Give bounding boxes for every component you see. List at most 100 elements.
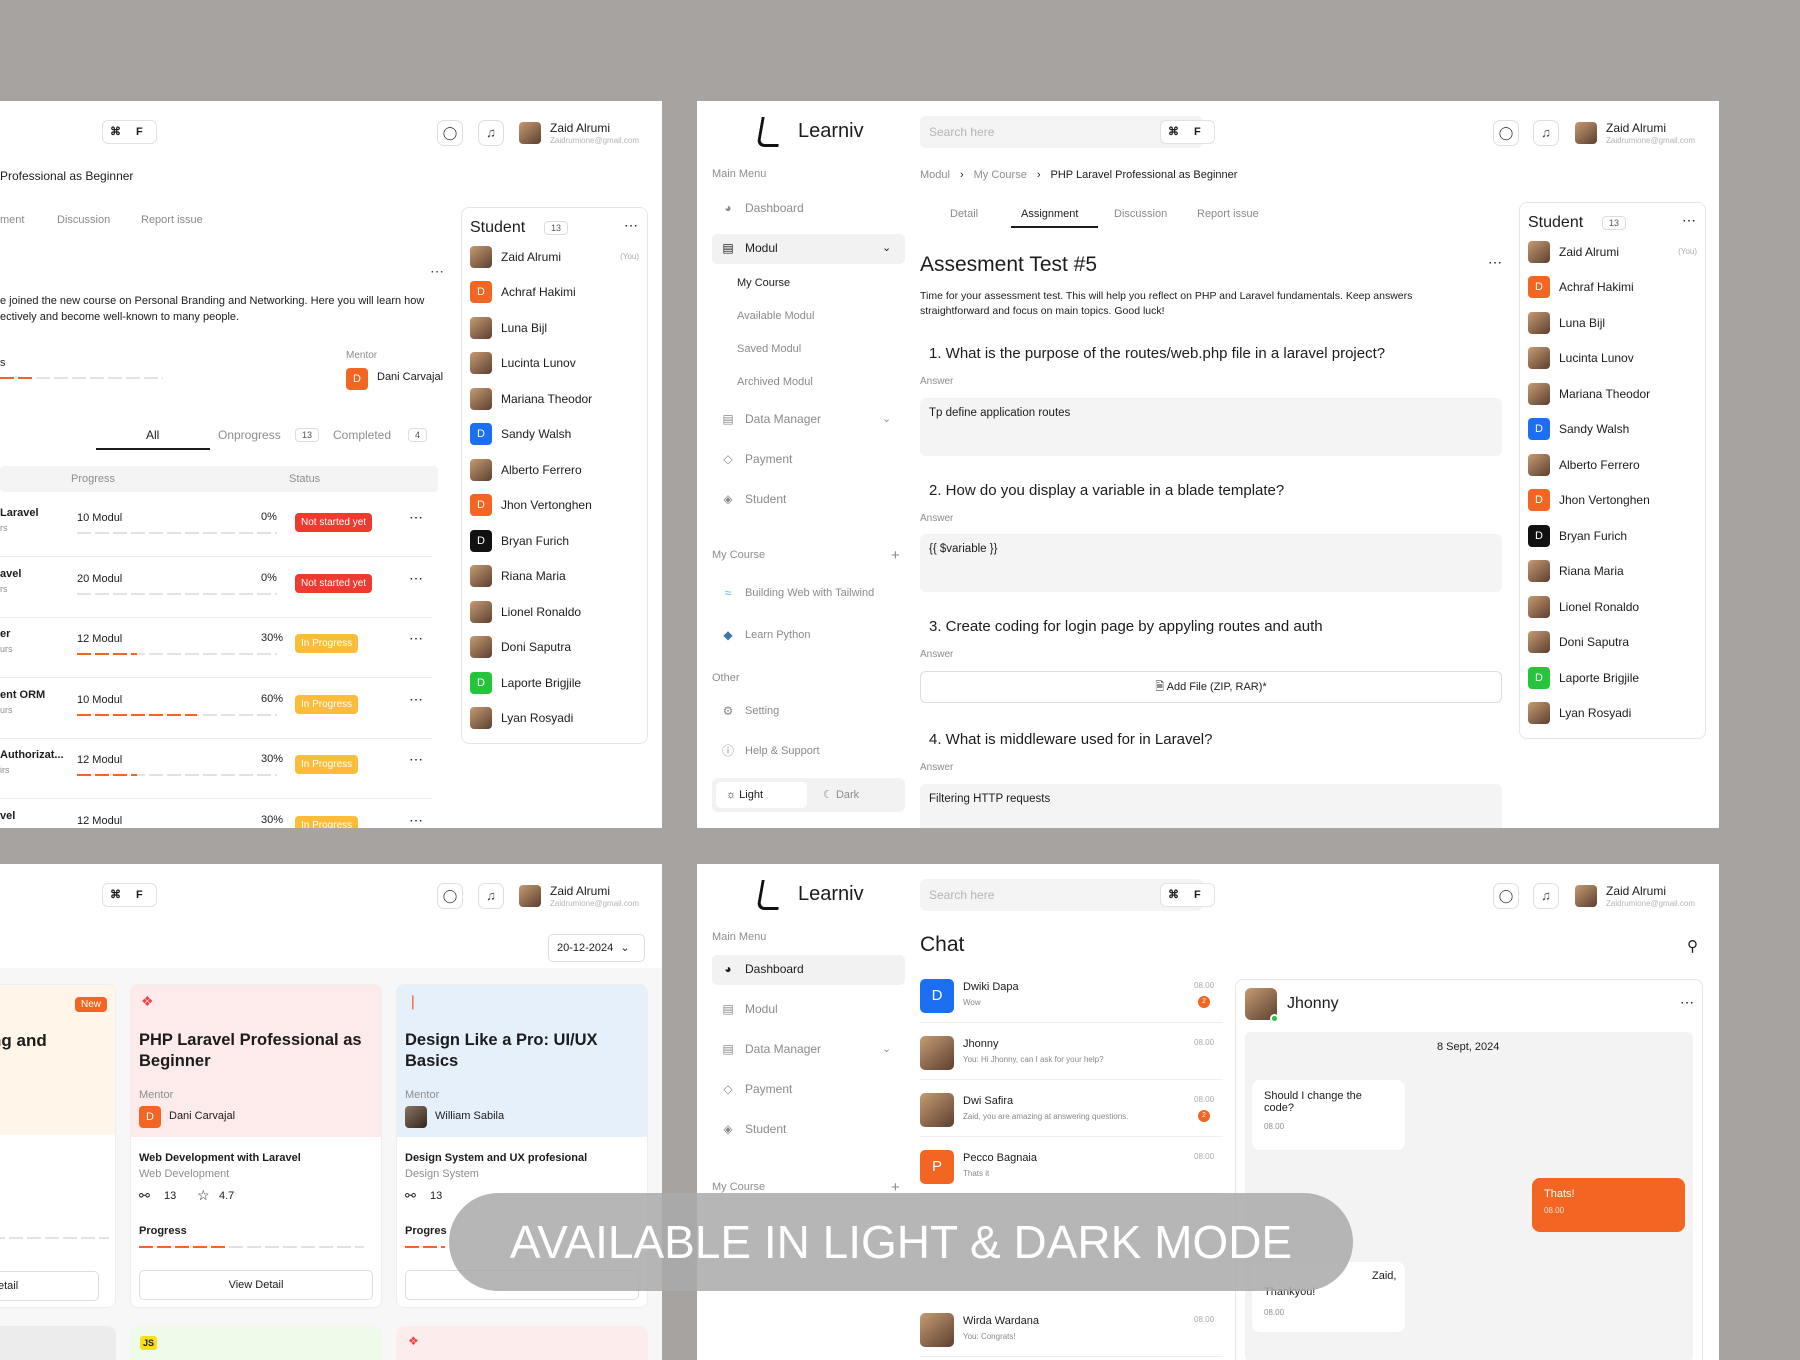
tab-report-issue[interactable]: Report issue <box>1197 208 1259 220</box>
chat-list-item[interactable]: Dwi Safira Zaid, you are amazing at answe… <box>920 1087 1223 1137</box>
chat-icon[interactable]: ◯ <box>1493 120 1519 146</box>
row-more-icon[interactable]: ⋯ <box>409 570 423 587</box>
breadcrumb-item[interactable]: My Course <box>974 169 1027 181</box>
sidebar-item-help[interactable]: ⓘ Help & Support <box>719 745 820 757</box>
course-card[interactable]: ❖ PHP Laravel Professional as Beginner M… <box>130 984 382 1308</box>
view-detail-button[interactable]: etail <box>0 1271 99 1301</box>
student-row[interactable]: Zaid Alrumi (You) <box>1528 236 1697 267</box>
student-row[interactable]: Lucinta Lunov <box>470 348 639 379</box>
filter-completed[interactable]: Completed <box>333 428 391 442</box>
tab-detail[interactable]: Detail <box>950 208 978 220</box>
sidebar-item-dashboard[interactable]: ◕ Dashboard <box>719 962 803 976</box>
student-row[interactable]: Doni Saputra <box>1528 627 1697 658</box>
tab-discussion[interactable]: Discussion <box>1114 208 1167 220</box>
more-options-icon[interactable]: ⋯ <box>1488 254 1502 271</box>
sidebar-sub-available[interactable]: Available Modul <box>737 310 814 322</box>
student-row[interactable]: D Achraf Hakimi <box>1528 272 1697 303</box>
sidebar-sub-archived[interactable]: Archived Modul <box>737 376 813 388</box>
answer-field-2[interactable]: {{ $variable }} <box>920 534 1502 592</box>
avatar[interactable] <box>1575 122 1597 144</box>
sidebar-course-python[interactable]: ◆ Learn Python <box>719 629 810 641</box>
date-picker[interactable]: 20-12-2024 ⌄ <box>548 934 645 962</box>
sidebar-item-modul[interactable]: ▤ Modul <box>719 1002 777 1016</box>
sidebar-item-student[interactable]: ◈ Student <box>719 492 786 506</box>
row-more-icon[interactable]: ⋯ <box>409 751 423 768</box>
bell-icon[interactable]: ♫ <box>1533 120 1559 146</box>
chat-icon[interactable]: ◯ <box>437 120 463 146</box>
student-row[interactable]: Luna Bijl <box>1528 307 1697 338</box>
avatar[interactable] <box>519 885 541 907</box>
progress-track <box>0 1237 109 1239</box>
view-detail-button[interactable]: View Detail <box>139 1270 373 1300</box>
student-row[interactable]: Mariana Theodor <box>1528 378 1697 409</box>
tab-report-issue[interactable]: Report issue <box>141 214 203 226</box>
chat-icon[interactable]: ◯ <box>1493 883 1519 909</box>
student-row[interactable]: D Jhon Vertonghen <box>470 490 639 521</box>
avatar[interactable] <box>1575 885 1597 907</box>
sidebar-course-tailwind[interactable]: ≈ Building Web with Tailwind <box>719 587 875 599</box>
student-row[interactable]: Zaid Alrumi (You) <box>470 241 639 272</box>
sidebar-item-payment[interactable]: ◇ Payment <box>719 1082 792 1096</box>
student-row[interactable]: D Sandy Walsh <box>470 419 639 450</box>
answer-field-4[interactable]: Filtering HTTP requests <box>920 784 1502 828</box>
tab-assignment[interactable]: ment <box>0 214 24 226</box>
sidebar-item-data-manager[interactable]: ▤ Data Manager <box>719 1042 821 1056</box>
tab-discussion[interactable]: Discussion <box>57 214 110 226</box>
avatar[interactable] <box>519 122 541 144</box>
chat-list-item[interactable]: P Pecco Bagnaia Thats it 08.00 <box>920 1144 1223 1194</box>
sidebar-item-dashboard[interactable]: ◕ Dashboard <box>719 201 803 215</box>
file-icon: 🗎 <box>1155 681 1165 693</box>
student-row[interactable]: Riana Maria <box>1528 556 1697 587</box>
bell-icon[interactable]: ♫ <box>478 120 504 146</box>
student-row[interactable]: Riana Maria <box>470 561 639 592</box>
row-more-icon[interactable]: ⋯ <box>409 630 423 647</box>
sidebar-item-modul[interactable]: ▤ Modul <box>719 241 777 255</box>
sidebar-item-student[interactable]: ◈ Student <box>719 1122 786 1136</box>
student-row[interactable]: Mariana Theodor <box>470 383 639 414</box>
filter-onprogress[interactable]: Onprogress <box>218 428 281 442</box>
sidebar-sub-saved[interactable]: Saved Modul <box>737 343 801 355</box>
light-mode-button[interactable]: ☼ Light <box>716 782 807 808</box>
student-row[interactable]: Lionel Ronaldo <box>1528 591 1697 622</box>
student-row[interactable]: Lucinta Lunov <box>1528 343 1697 374</box>
student-row[interactable]: Doni Saputra <box>470 632 639 663</box>
student-row[interactable]: D Bryan Furich <box>470 525 639 556</box>
student-row[interactable]: Lyan Rosyadi <box>470 703 639 734</box>
student-row[interactable]: D Bryan Furich <box>1528 520 1697 551</box>
sidebar-item-setting[interactable]: ⚙ Setting <box>719 705 780 717</box>
add-course-icon[interactable]: + <box>891 547 900 564</box>
student-row[interactable]: Alberto Ferrero <box>470 454 639 485</box>
tab-assignment[interactable]: Assignment <box>1021 208 1078 220</box>
student-row[interactable]: D Jhon Vertonghen <box>1528 485 1697 516</box>
filter-all[interactable]: All <box>146 428 159 442</box>
student-row[interactable]: D Sandy Walsh <box>1528 414 1697 445</box>
sidebar-item-payment[interactable]: ◇ Payment <box>719 452 792 466</box>
student-row[interactable]: Alberto Ferrero <box>1528 449 1697 480</box>
breadcrumb-item[interactable]: Modul <box>920 169 950 181</box>
row-more-icon[interactable]: ⋯ <box>409 509 423 526</box>
bell-icon[interactable]: ♫ <box>1533 883 1559 909</box>
answer-field-1[interactable]: Tp define application routes <box>920 398 1502 456</box>
row-more-icon[interactable]: ⋯ <box>409 691 423 708</box>
row-more-icon[interactable]: ⋯ <box>409 812 423 829</box>
chat-list-item[interactable]: Wirda Wardana You: Congrats! 08.00 <box>920 1307 1223 1357</box>
more-options-icon[interactable]: ⋯ <box>430 263 444 280</box>
bell-icon[interactable]: ♫ <box>478 883 504 909</box>
dark-mode-button[interactable]: ☾ Dark <box>817 782 897 808</box>
student-row[interactable]: Lyan Rosyadi <box>1528 698 1697 729</box>
search-icon[interactable]: ⚲ <box>1687 937 1698 955</box>
student-more-icon[interactable]: ⋯ <box>1682 212 1696 229</box>
more-options-icon[interactable]: ⋯ <box>1680 994 1694 1011</box>
chat-icon[interactable]: ◯ <box>437 883 463 909</box>
sidebar-item-data-manager[interactable]: ▤ Data Manager <box>719 412 821 426</box>
student-row[interactable]: Luna Bijl <box>470 312 639 343</box>
student-row[interactable]: Lionel Ronaldo <box>470 596 639 627</box>
sidebar-sub-my-course[interactable]: My Course <box>737 277 790 289</box>
chat-list-item[interactable]: D Dwiki Dapa Wow 08.00 2 <box>920 973 1223 1023</box>
student-row[interactable]: D Laporte Brigjile <box>470 667 639 698</box>
add-file-button[interactable]: 🗎 Add File (ZIP, RAR)* <box>920 671 1502 703</box>
student-more-icon[interactable]: ⋯ <box>624 217 638 234</box>
chat-list-item[interactable]: Jhonny You: Hi Jhonny, can I ask for your… <box>920 1030 1223 1080</box>
student-row[interactable]: D Laporte Brigjile <box>1528 662 1697 693</box>
student-row[interactable]: D Achraf Hakimi <box>470 277 639 308</box>
